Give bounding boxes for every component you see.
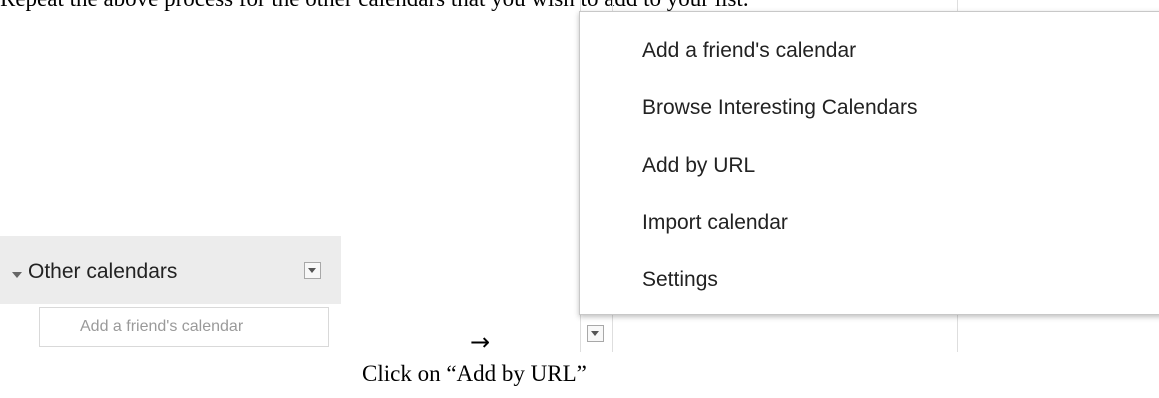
- triangle-down-icon[interactable]: [12, 272, 22, 278]
- menu-item-add-friends-calendar[interactable]: Add a friend's calendar: [642, 39, 856, 63]
- instruction-bottom: Click on “Add by URL”: [362, 361, 587, 386]
- other-calendars-popup-menu: Add a friend's calendar Browse Interesti…: [579, 11, 1159, 315]
- menu-item-browse-interesting-calendars[interactable]: Browse Interesting Calendars: [642, 96, 917, 120]
- arrow-right-icon: →: [470, 328, 491, 356]
- menu-item-settings[interactable]: Settings: [642, 268, 718, 292]
- other-calendars-dropdown-button-active[interactable]: [587, 325, 604, 342]
- menu-item-import-calendar[interactable]: Import calendar: [642, 211, 788, 235]
- menu-item-add-by-url[interactable]: Add by URL: [642, 154, 755, 178]
- dropdown-caret-icon: [308, 268, 316, 273]
- other-calendars-title: Other calendars: [28, 260, 178, 283]
- other-calendars-header[interactable]: Other calendars: [0, 236, 341, 304]
- other-calendars-dropdown-button[interactable]: [304, 262, 321, 279]
- add-friend-calendar-input[interactable]: [39, 307, 329, 347]
- dropdown-caret-icon: [591, 331, 599, 336]
